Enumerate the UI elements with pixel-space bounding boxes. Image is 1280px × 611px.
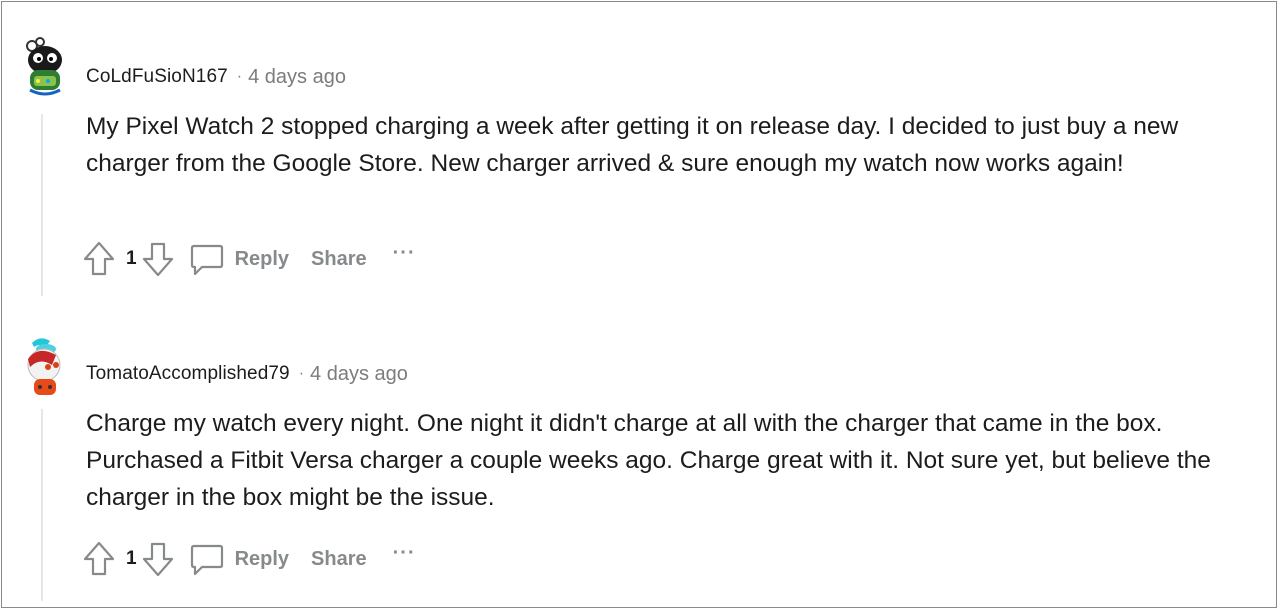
meta-separator: · <box>236 68 243 85</box>
more-options-button[interactable]: ··· <box>393 542 416 565</box>
upvote-icon[interactable] <box>82 540 116 578</box>
vote-count: 1 <box>126 248 137 269</box>
reply-button[interactable]: Reply <box>235 548 289 571</box>
more-options-button[interactable]: ··· <box>393 242 416 265</box>
thread-line[interactable] <box>41 114 43 296</box>
comment-body: My Pixel Watch 2 stopped charging a week… <box>86 113 1179 177</box>
user-avatar[interactable] <box>18 335 70 399</box>
comment-body: Charge my watch every night. One night i… <box>86 410 1211 511</box>
vote-count: 1 <box>126 548 137 569</box>
comments-panel: CoLdFuSioN167 · 4 days ago My Pixel Watc… <box>1 1 1277 608</box>
thread-line[interactable] <box>41 409 43 601</box>
comment-meta: CoLdFuSioN167 · 4 days ago <box>86 65 346 89</box>
comment-bubble-icon[interactable] <box>189 541 225 577</box>
reply-button[interactable]: Reply <box>235 248 289 271</box>
comment-bubble-icon[interactable] <box>189 241 225 277</box>
timestamp[interactable]: 4 days ago <box>310 363 408 386</box>
share-button[interactable]: Share <box>311 548 367 571</box>
upvote-icon[interactable] <box>82 240 116 278</box>
downvote-icon[interactable] <box>141 240 175 278</box>
share-button[interactable]: Share <box>311 248 367 271</box>
username[interactable]: CoLdFuSioN167 <box>86 66 228 88</box>
timestamp[interactable]: 4 days ago <box>248 66 346 89</box>
user-avatar[interactable] <box>18 36 70 100</box>
username[interactable]: TomatoAccomplished79 <box>86 363 290 385</box>
comment-actions: 1 Reply Share ··· <box>82 239 416 279</box>
comment-actions: 1 Reply Share ··· <box>82 539 416 579</box>
comment-meta: TomatoAccomplished79 · 4 days ago <box>86 362 408 386</box>
meta-separator: · <box>298 365 305 382</box>
downvote-icon[interactable] <box>141 540 175 578</box>
